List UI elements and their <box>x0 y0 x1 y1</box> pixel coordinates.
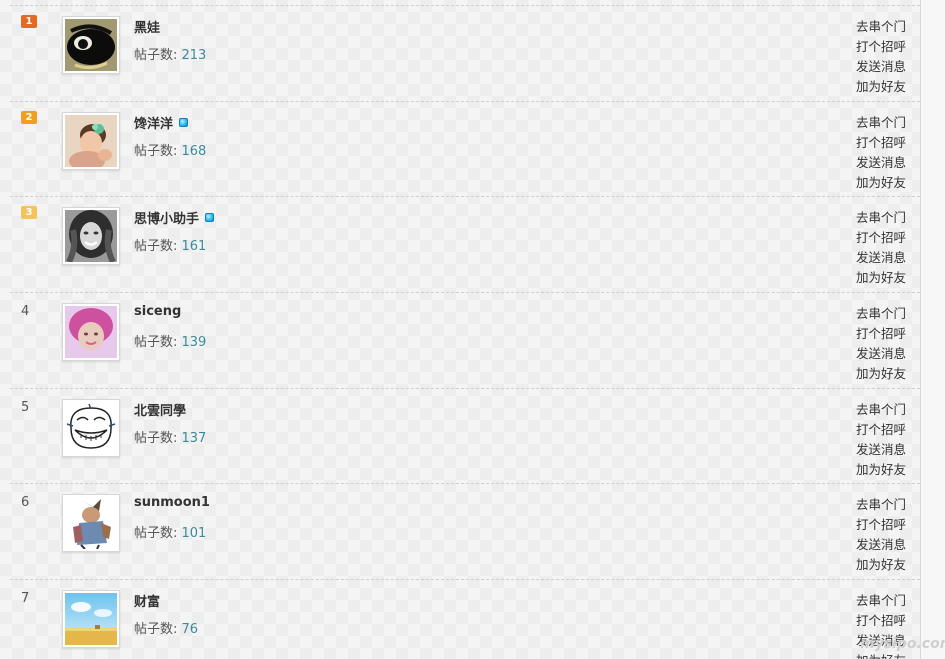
add-friend-link[interactable]: 加为好友 <box>856 77 906 97</box>
member-ranking-list: 1 黑娃 帖子数: 213 去串个门 打个招呼 发送消息 加为好友 2 馋洋洋 … <box>10 5 920 659</box>
greet-link[interactable]: 打个招呼 <box>856 611 906 631</box>
post-count: 帖子数: 161 <box>134 235 206 254</box>
post-count-label: 帖子数: <box>134 526 182 542</box>
greet-link[interactable]: 打个招呼 <box>856 420 906 440</box>
post-count: 帖子数: 76 <box>134 618 198 637</box>
post-count: 帖子数: 101 <box>134 522 206 541</box>
list-item: 4 siceng 帖子数: 139 去串个门 打个招呼 发送消息 加为好友 <box>10 293 920 389</box>
post-count-value: 76 <box>181 622 199 638</box>
user-actions: 去串个门 打个招呼 发送消息 加为好友 <box>856 304 906 384</box>
post-count-label: 帖子数: <box>134 239 182 255</box>
rank-number: 7 <box>21 591 30 607</box>
list-item: 6 sunmoon1 帖子数: 101 去串个门 打个招呼 发送消息 加为好友 <box>10 484 920 581</box>
greet-link[interactable]: 打个招呼 <box>856 133 906 153</box>
add-friend-link[interactable]: 加为好友 <box>856 268 906 288</box>
avatar-image <box>65 210 117 264</box>
avatar[interactable] <box>62 590 120 649</box>
visit-link[interactable]: 去串个门 <box>856 17 906 37</box>
visit-link[interactable]: 去串个门 <box>856 495 906 515</box>
avatar[interactable] <box>62 16 120 74</box>
add-friend-link[interactable]: 加为好友 <box>856 173 906 193</box>
visit-link[interactable]: 去串个门 <box>856 208 906 228</box>
post-count-label: 帖子数: <box>134 48 182 63</box>
username[interactable]: 馋洋洋 <box>134 113 173 132</box>
username[interactable]: 北雲同學 <box>134 400 186 419</box>
list-item: 2 馋洋洋 帖子数: 168 去串个门 打个招呼 发送消息 加为好友 <box>10 102 920 198</box>
send-message-link[interactable]: 发送消息 <box>856 248 906 268</box>
send-message-link[interactable]: 发送消息 <box>856 440 906 460</box>
post-count: 帖子数: 168 <box>134 140 206 159</box>
page-scroll-gutter <box>921 0 945 659</box>
add-friend-link[interactable]: 加为好友 <box>856 651 906 659</box>
rank-number: 4 <box>21 304 30 320</box>
add-friend-link[interactable]: 加为好友 <box>856 364 906 384</box>
post-count: 帖子数: 139 <box>134 331 206 350</box>
greet-link[interactable]: 打个招呼 <box>856 515 906 535</box>
visit-link[interactable]: 去串个门 <box>856 304 906 324</box>
post-count-value: 139 <box>181 335 207 351</box>
visit-link[interactable]: 去串个门 <box>856 591 906 611</box>
online-status-icon <box>205 213 215 223</box>
send-message-link[interactable]: 发送消息 <box>856 153 906 173</box>
user-actions: 去串个门 打个招呼 发送消息 加为好友 <box>856 400 906 480</box>
post-count-value: 101 <box>181 526 207 542</box>
rank-badge-bronze: 3 <box>21 206 37 220</box>
post-count-value: 137 <box>181 430 207 446</box>
user-actions: 去串个门 打个招呼 发送消息 加为好友 <box>856 495 906 575</box>
list-item: 3 思博小助手 帖子数: 161 去串个门 打个招呼 发送消息 加为好友 <box>10 197 920 294</box>
visit-link[interactable]: 去串个门 <box>856 113 906 133</box>
username[interactable]: 财富 <box>134 591 160 610</box>
post-count-value: 213 <box>181 48 207 63</box>
username[interactable]: 黑娃 <box>134 17 160 36</box>
rank-number: 6 <box>21 495 30 511</box>
avatar[interactable] <box>62 494 120 553</box>
post-count-label: 帖子数: <box>134 335 182 351</box>
greet-link[interactable]: 打个招呼 <box>856 37 906 57</box>
avatar-image <box>65 593 117 646</box>
user-actions: 去串个门 打个招呼 发送消息 加为好友 <box>856 113 906 193</box>
post-count: 帖子数: 137 <box>134 427 206 446</box>
site-watermark: mysipo.com <box>860 636 945 652</box>
send-message-link[interactable]: 发送消息 <box>856 535 906 555</box>
list-item: 5 北雲同學 帖子数: 137 去串个门 打个招呼 发送消息 加为好友 <box>10 389 920 485</box>
online-status-icon <box>179 117 189 127</box>
add-friend-link[interactable]: 加为好友 <box>856 555 906 575</box>
greet-link[interactable]: 打个招呼 <box>856 228 906 248</box>
rank-badge-silver: 2 <box>21 110 37 124</box>
send-message-link[interactable]: 发送消息 <box>856 57 906 77</box>
list-item: 7 财富 帖子数: 76 去串个门 打个招呼 发送消息 <box>10 580 920 659</box>
user-actions: 去串个门 打个招呼 发送消息 加为好友 <box>856 17 906 97</box>
post-count-label: 帖子数: <box>134 622 182 638</box>
avatar[interactable] <box>62 303 120 362</box>
post-count: 帖子数: 213 <box>134 44 206 63</box>
send-message-link[interactable]: 发送消息 <box>856 344 906 364</box>
avatar-image <box>65 114 117 171</box>
greet-link[interactable]: 打个招呼 <box>856 324 906 344</box>
username[interactable]: sunmoon1 <box>134 495 210 510</box>
visit-link[interactable]: 去串个门 <box>856 400 906 420</box>
username[interactable]: 思博小助手 <box>134 208 199 227</box>
user-actions: 去串个门 打个招呼 发送消息 加为好友 <box>856 208 906 288</box>
avatar[interactable] <box>62 398 120 457</box>
post-count-value: 168 <box>181 143 207 159</box>
post-count-value: 161 <box>181 239 207 255</box>
add-friend-link[interactable]: 加为好友 <box>856 460 906 480</box>
avatar-image <box>65 19 117 71</box>
avatar-image <box>65 306 117 359</box>
avatar-image <box>65 497 117 551</box>
username[interactable]: siceng <box>134 304 181 319</box>
rank-badge-gold: 1 <box>21 15 37 28</box>
post-count-label: 帖子数: <box>134 143 182 159</box>
avatar[interactable] <box>62 111 120 171</box>
avatar-image <box>65 401 117 454</box>
avatar[interactable] <box>62 207 120 266</box>
post-count-label: 帖子数: <box>134 430 182 446</box>
list-item: 1 黑娃 帖子数: 213 去串个门 打个招呼 发送消息 加为好友 <box>10 6 920 102</box>
rank-number: 5 <box>21 399 30 415</box>
